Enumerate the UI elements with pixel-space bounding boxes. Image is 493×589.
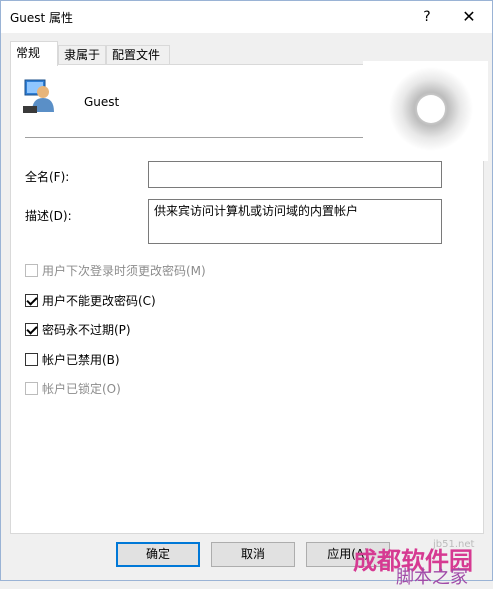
fullname-input[interactable] bbox=[148, 161, 442, 188]
properties-dialog: Guest 属性 ? ✕ 常规 隶属于 配置文件 Guest 全名(F): 描述… bbox=[0, 0, 493, 588]
fullname-label: 全名(F): bbox=[25, 170, 70, 184]
checkbox-account-disabled[interactable]: 帐户已禁用(B) bbox=[25, 351, 120, 367]
checkbox-password-never-expires[interactable]: 密码永不过期(P) bbox=[25, 321, 131, 337]
decorative-swirl-image bbox=[363, 61, 488, 161]
window-title: Guest 属性 bbox=[10, 11, 74, 25]
checkbox-label: 用户不能更改密码(C) bbox=[42, 293, 156, 308]
checkbox-box[interactable] bbox=[25, 293, 38, 307]
ok-button[interactable]: 确定 bbox=[116, 542, 200, 567]
cancel-button[interactable]: 取消 bbox=[211, 542, 295, 567]
checkbox-box[interactable] bbox=[25, 381, 38, 395]
checkbox-label: 用户下次登录时须更改密码(M) bbox=[42, 263, 206, 278]
watermark-site: 脚本之家 bbox=[396, 567, 468, 588]
checkbox-must-change-password[interactable]: 用户下次登录时须更改密码(M) bbox=[25, 262, 206, 278]
checkbox-box[interactable] bbox=[25, 352, 38, 366]
checkbox-box[interactable] bbox=[25, 263, 38, 277]
close-button[interactable]: ✕ bbox=[454, 5, 484, 29]
checkbox-cannot-change-password[interactable]: 用户不能更改密码(C) bbox=[25, 292, 156, 308]
tab-general[interactable]: 常规 bbox=[10, 41, 58, 66]
checkbox-label: 密码永不过期(P) bbox=[42, 322, 131, 337]
tab-profile[interactable]: 配置文件 bbox=[106, 45, 170, 65]
user-name: Guest bbox=[84, 95, 120, 109]
checkbox-box[interactable] bbox=[25, 322, 38, 336]
separator bbox=[25, 137, 363, 138]
help-button[interactable]: ? bbox=[412, 5, 442, 29]
description-input[interactable]: 供来宾访问计算机或访问域的内置帐户 bbox=[148, 199, 442, 244]
checkbox-label: 帐户已禁用(B) bbox=[42, 352, 120, 367]
user-account-icon bbox=[23, 79, 54, 113]
description-label: 描述(D): bbox=[25, 209, 72, 223]
tab-member-of[interactable]: 隶属于 bbox=[58, 45, 106, 65]
checkbox-label: 帐户已锁定(O) bbox=[42, 381, 121, 396]
title-bar[interactable]: Guest 属性 ? ✕ bbox=[1, 1, 492, 33]
checkbox-account-locked[interactable]: 帐户已锁定(O) bbox=[25, 380, 121, 396]
